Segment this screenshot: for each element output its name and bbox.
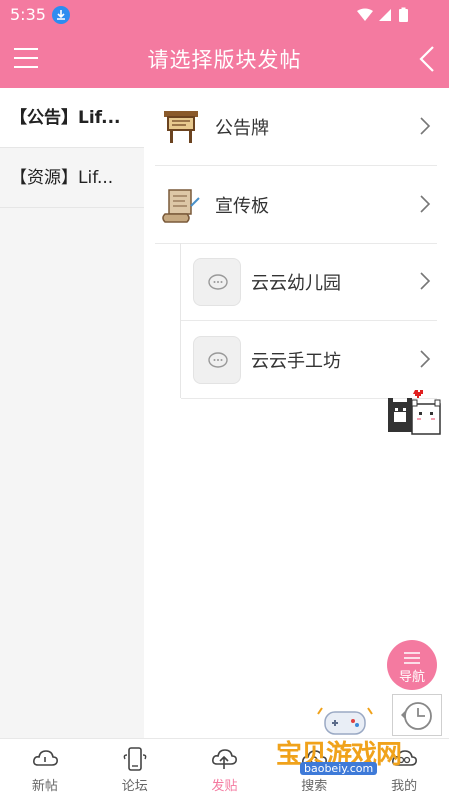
cloud-icon [32,750,58,766]
watermark-logo: 宝贝游戏网 baobeiy.com [270,700,420,790]
scroll-icon [162,189,200,223]
nav-fab-label: 导航 [398,670,425,685]
page-title: 请选择版块发帖 [147,48,302,72]
download-icon [52,6,70,24]
chat-bubble-icon [193,258,241,306]
status-time: 5:35 [10,5,46,24]
tab-post[interactable]: 发贴 [180,739,270,798]
tab-label: 发贴 [211,779,238,794]
tab-forum[interactable]: 论坛 [90,739,180,798]
cloud-upload-icon [212,749,238,769]
board-row-bulletin[interactable]: 公告牌 [155,88,437,166]
sub-board-row-kindergarten[interactable]: 云云幼儿园 [181,243,437,321]
tab-label: 新帖 [31,779,58,794]
signal-battery-icon [357,7,408,22]
app-header: 请选择版块发帖 [0,30,449,88]
sub-board-label: 云云手工坊 [251,351,341,372]
sub-board-label: 云云幼儿园 [251,273,341,294]
phone-cloud-icon [123,747,147,771]
chevron-right-icon [420,117,431,135]
category-sidebar: 【公告】Lif... 【资源】Lif... [0,88,144,738]
chevron-right-icon [420,195,431,213]
tab-new-posts[interactable]: 新帖 [0,739,90,798]
chevron-right-icon [420,272,431,290]
pixel-cats-icon [388,390,441,435]
watermark-url: baobeiy.com [300,762,378,775]
status-bar: 5:35 [0,0,449,30]
chat-bubble-icon [193,336,241,384]
board-row-promo[interactable]: 宣传板 [155,166,437,244]
tab-label: 论坛 [121,779,148,794]
board-label: 公告牌 [215,118,269,139]
chevron-right-icon [420,350,431,368]
bulletin-board-icon [164,111,198,143]
category-item-resources[interactable]: 【资源】Lif... [0,148,144,208]
back-chevron-icon[interactable] [415,44,439,74]
board-label: 宣传板 [215,196,269,217]
category-item-announcement[interactable]: 【公告】Lif... [0,88,144,148]
nav-fab-button[interactable]: 导航 [387,640,437,690]
